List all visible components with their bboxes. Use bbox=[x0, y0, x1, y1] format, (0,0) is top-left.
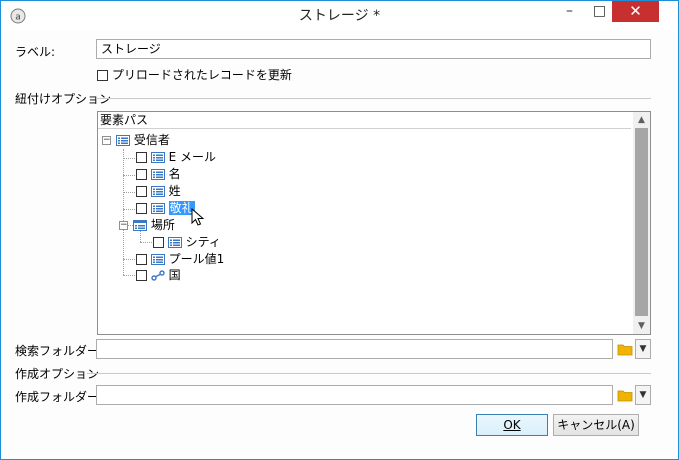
tree-node-label: 姓 bbox=[168, 184, 181, 198]
create-options-divider bbox=[87, 373, 651, 374]
title-bar[interactable]: a ストレージ * – □ ✕ bbox=[1, 1, 678, 31]
tree-guide bbox=[123, 192, 135, 193]
list-icon bbox=[150, 169, 165, 180]
list-icon bbox=[150, 203, 165, 214]
list-icon bbox=[150, 254, 165, 265]
tree-guide bbox=[123, 259, 135, 260]
create-folder-input[interactable] bbox=[96, 385, 613, 405]
maximize-button[interactable]: □ bbox=[586, 1, 613, 22]
preload-checkbox[interactable] bbox=[97, 70, 108, 81]
collapse-toggle[interactable]: − bbox=[119, 221, 128, 230]
tree-checkbox[interactable] bbox=[136, 186, 147, 197]
tree-guide bbox=[123, 158, 135, 159]
tree-checkbox[interactable] bbox=[136, 152, 147, 163]
folder-icon[interactable] bbox=[617, 341, 633, 357]
list-icon bbox=[167, 237, 182, 248]
tree-node-label: シティ bbox=[185, 235, 221, 249]
tree-node-label: 国 bbox=[168, 268, 181, 282]
tree-checkbox[interactable] bbox=[153, 237, 164, 248]
tree-node-country[interactable]: 国 bbox=[136, 267, 181, 284]
list-icon bbox=[116, 135, 130, 146]
list-icon bbox=[150, 152, 165, 163]
tree-guide bbox=[123, 175, 135, 176]
tree-checkbox[interactable] bbox=[136, 270, 147, 281]
minimize-button[interactable]: – bbox=[556, 1, 583, 22]
tree-node-city[interactable]: シティ bbox=[153, 234, 221, 251]
mouse-cursor-icon bbox=[191, 208, 205, 226]
tree-checkbox[interactable] bbox=[136, 254, 147, 265]
collapse-toggle[interactable]: − bbox=[102, 136, 111, 145]
tree-node-label: 場所 bbox=[150, 218, 175, 232]
tree-guide bbox=[123, 275, 135, 276]
cancel-button-label: キャンセル(A) bbox=[557, 418, 635, 432]
tree-node-label: E メール bbox=[168, 150, 217, 164]
tree-node-pool-value[interactable]: プール値1 bbox=[136, 251, 224, 268]
preload-checkbox-row[interactable]: プリロードされたレコードを更新 bbox=[97, 66, 292, 83]
folder-icon[interactable] bbox=[617, 387, 633, 403]
search-folder-combo[interactable]: ▼ bbox=[96, 339, 652, 359]
scroll-down-icon[interactable]: ▼ bbox=[633, 318, 650, 334]
link-options-divider bbox=[96, 98, 651, 99]
dialog-window: a ストレージ * – □ ✕ ラベル: ストレージ プリロードされたレコードを… bbox=[0, 0, 679, 460]
tree-node-salutation[interactable]: 敬礼 bbox=[136, 200, 205, 226]
label-field-label: ラベル: bbox=[15, 45, 56, 59]
tree-node-email[interactable]: E メール bbox=[136, 149, 216, 166]
tree-node-first-name[interactable]: 名 bbox=[136, 166, 181, 183]
create-folder-combo[interactable]: ▼ bbox=[96, 385, 652, 405]
chevron-down-icon[interactable]: ▼ bbox=[635, 385, 651, 405]
tree-node-label: 名 bbox=[168, 167, 181, 181]
cancel-button[interactable]: キャンセル(A) bbox=[553, 414, 639, 436]
scroll-up-icon[interactable]: ▲ bbox=[633, 112, 650, 128]
list-icon bbox=[150, 186, 165, 197]
scroll-thumb[interactable] bbox=[635, 128, 648, 316]
tree-checkbox[interactable] bbox=[136, 203, 147, 214]
element-path-tree[interactable]: 要素パス − 受信者 E メール 名 姓 敬礼 − 場所 シティ プール値1 国… bbox=[97, 111, 651, 335]
label-input[interactable]: ストレージ bbox=[96, 39, 651, 59]
folder-list-icon bbox=[133, 220, 147, 231]
create-folder-label: 作成フォルダー: bbox=[15, 390, 104, 404]
tree-column-header: 要素パス bbox=[98, 112, 631, 129]
tree-guide bbox=[123, 149, 124, 275]
search-folder-input[interactable] bbox=[96, 339, 613, 359]
ok-button-label: OK bbox=[503, 418, 521, 432]
link-icon bbox=[151, 270, 165, 281]
ok-button[interactable]: OK bbox=[476, 414, 548, 436]
tree-node-last-name[interactable]: 姓 bbox=[136, 183, 181, 200]
preload-checkbox-label: プリロードされたレコードを更新 bbox=[111, 68, 292, 82]
tree-scrollbar[interactable]: ▲ ▼ bbox=[633, 112, 650, 334]
tree-checkbox[interactable] bbox=[136, 169, 147, 180]
tree-node-label: 受信者 bbox=[133, 133, 170, 147]
search-folder-label: 検索フォルダー: bbox=[15, 344, 104, 358]
tree-node-label: プール値1 bbox=[168, 252, 225, 266]
tree-guide bbox=[123, 209, 135, 210]
close-button[interactable]: ✕ bbox=[612, 1, 659, 22]
chevron-down-icon[interactable]: ▼ bbox=[635, 339, 651, 359]
tree-guide bbox=[140, 242, 152, 243]
